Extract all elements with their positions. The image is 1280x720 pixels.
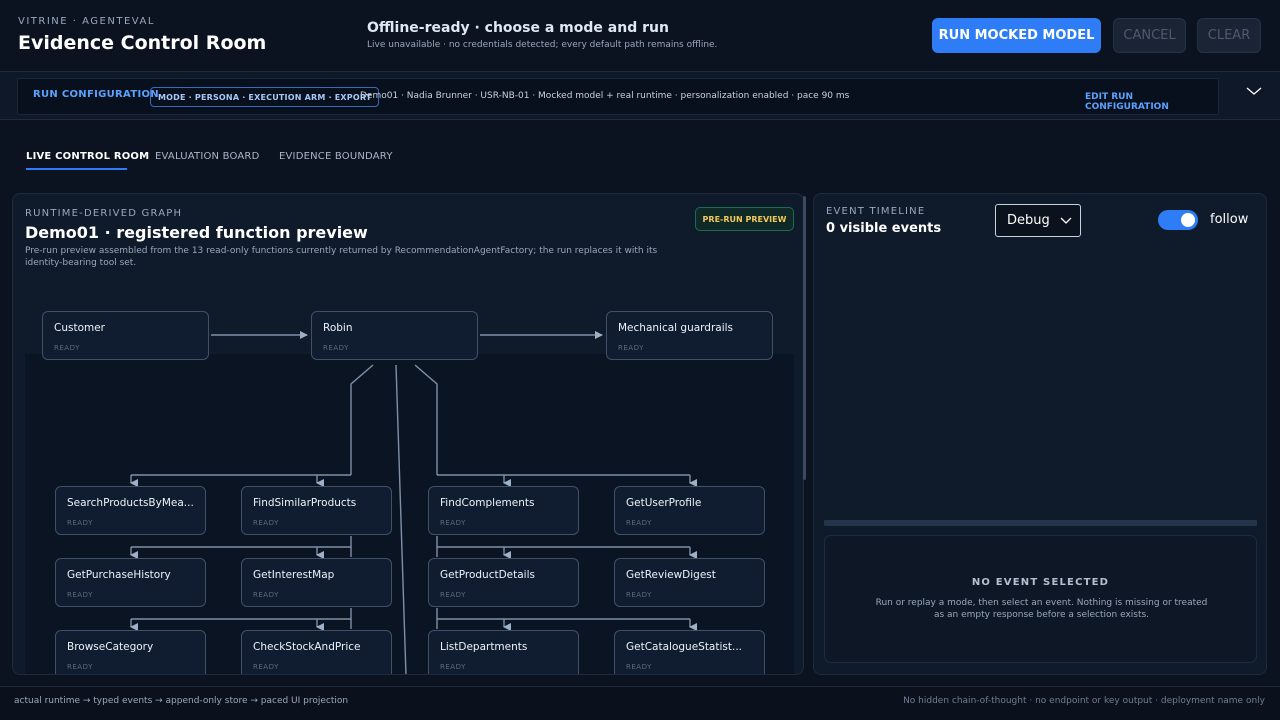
graph-node-get-review-digest[interactable]: GetReviewDigest READY [614,558,765,607]
log-level-value: Debug [1007,213,1050,228]
node-state: READY [440,663,466,671]
tab-evidence-boundary[interactable]: EVIDENCE BOUNDARY [279,151,393,162]
active-tab-indicator [26,168,127,170]
graph-node-find-similar-products[interactable]: FindSimilarProducts READY [241,486,392,535]
follow-toggle[interactable] [1158,210,1198,230]
brand-kicker: VITRINE · AGENTEVAL [18,16,155,27]
node-state: READY [67,591,93,599]
node-state: READY [626,519,652,527]
timeline-divider[interactable] [824,520,1257,526]
node-name: GetCatalogueStatist... [626,641,743,653]
event-timeline-panel: EVENT TIMELINE 0 visible events Debug fo… [813,193,1267,675]
clear-button[interactable]: CLEAR [1197,18,1261,53]
run-configuration-summary: Demo01 · Nadia Brunner · USR-NB-01 · Moc… [360,91,850,101]
follow-label: follow [1210,212,1249,227]
chevron-down-icon [1060,217,1072,224]
footer: actual runtime → typed events → append-o… [0,686,1280,720]
graph-node-robin[interactable]: Robin READY [311,311,478,360]
node-state: READY [253,519,279,527]
graph-node-find-complements[interactable]: FindComplements READY [428,486,579,535]
graph-node-customer[interactable]: Customer READY [42,311,209,360]
graph-scrollbar[interactable] [803,196,806,480]
node-state: READY [253,591,279,599]
node-name: CheckStockAndPrice [253,641,361,653]
footer-pipeline-text: actual runtime → typed events → append-o… [14,696,349,706]
node-state: READY [440,591,466,599]
run-configuration-label: RUN CONFIGURATION [33,89,159,100]
node-name: Mechanical guardrails [618,322,734,334]
app-title: Evidence Control Room [18,32,267,54]
timeline-kicker: EVENT TIMELINE [826,206,926,217]
no-event-selected-text: Run or replay a mode, then select an eve… [875,598,1208,620]
node-state: READY [323,344,349,352]
graph-node-search-products[interactable]: SearchProductsByMea... READY [55,486,206,535]
toggle-knob [1181,213,1195,227]
node-state: READY [440,519,466,527]
node-name: Customer [54,322,106,334]
graph-node-browse-category[interactable]: BrowseCategory READY [55,630,206,674]
graph-node-get-purchase-history[interactable]: GetPurchaseHistory READY [55,558,206,607]
node-state: READY [253,663,279,671]
tab-live-control-room[interactable]: LIVE CONTROL ROOM [26,151,149,162]
edit-run-configuration-link[interactable]: EDIT RUN CONFIGURATION [1085,92,1218,112]
run-configuration-summary-box[interactable]: RUN CONFIGURATION MODE · PERSONA · EXECU… [17,78,1219,115]
node-name: Robin [323,322,353,334]
node-state: READY [67,663,93,671]
tab-evaluation-board[interactable]: EVALUATION BOARD [155,151,259,162]
run-configuration-chip: MODE · PERSONA · EXECUTION ARM · EXPORT [150,87,380,107]
node-name: GetPurchaseHistory [67,569,171,581]
node-name: GetProductDetails [440,569,535,581]
node-state: READY [626,591,652,599]
graph-node-list-departments[interactable]: ListDepartments READY [428,630,579,674]
chevron-down-icon[interactable] [1244,85,1264,97]
no-event-selected-title: NO EVENT SELECTED [971,577,1110,588]
node-name: FindSimilarProducts [253,497,357,509]
node-name: GetInterestMap [253,569,335,581]
node-name: GetReviewDigest [626,569,716,581]
node-state: READY [54,344,80,352]
event-detail-panel: NO EVENT SELECTED Run or replay a mode, … [824,535,1257,663]
footer-disclaimer-text: No hidden chain-of-thought · no endpoint… [903,696,1265,706]
node-name: BrowseCategory [67,641,154,653]
node-name: SearchProductsByMea... [67,497,194,509]
run-configuration-bar: RUN CONFIGURATION MODE · PERSONA · EXECU… [0,71,1280,120]
graph-node-get-interest-map[interactable]: GetInterestMap READY [241,558,392,607]
cancel-button[interactable]: CANCEL [1113,18,1186,53]
graph-node-get-product-details[interactable]: GetProductDetails READY [428,558,579,607]
node-name: FindComplements [440,497,535,509]
log-level-select[interactable]: Debug [995,204,1081,237]
node-name: ListDepartments [440,641,528,653]
node-state: READY [618,344,644,352]
graph-node-mechanical-guardrails[interactable]: Mechanical guardrails READY [606,311,773,360]
runtime-graph-panel: RUNTIME-DERIVED GRAPH Demo01 · registere… [12,193,804,675]
graph-node-get-user-profile[interactable]: GetUserProfile READY [614,486,765,535]
status-subtitle: Live unavailable · no credentials detect… [367,40,718,50]
run-mocked-model-button[interactable]: RUN MOCKED MODEL [932,18,1101,53]
node-state: READY [67,519,93,527]
graph-node-get-catalogue-statistics[interactable]: GetCatalogueStatist... READY [614,630,765,674]
node-name: GetUserProfile [626,497,702,509]
visible-events-count: 0 visible events [826,221,942,236]
graph-node-check-stock-and-price[interactable]: CheckStockAndPrice READY [241,630,392,674]
node-state: READY [626,663,652,671]
status-title: Offline-ready · choose a mode and run [367,20,669,36]
